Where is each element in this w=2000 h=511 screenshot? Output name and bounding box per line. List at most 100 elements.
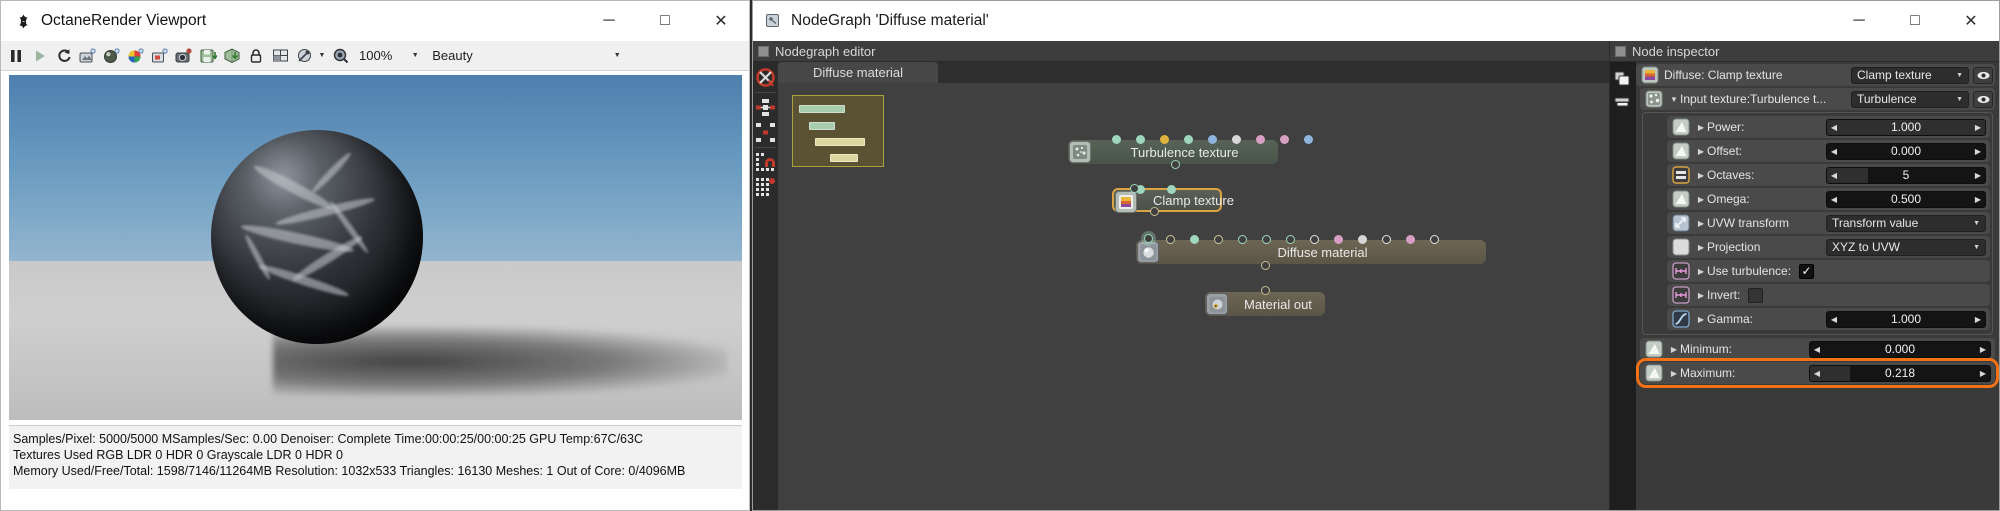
- expander-icon[interactable]: ▶: [1695, 219, 1707, 228]
- expander-icon[interactable]: ▶: [1668, 345, 1680, 354]
- align-nodes-icon[interactable]: [754, 96, 777, 119]
- delete-node-icon[interactable]: [754, 66, 777, 89]
- expander-icon[interactable]: ▶: [1695, 315, 1707, 324]
- node-port[interactable]: [1358, 235, 1367, 244]
- maximum-row[interactable]: ▶ Maximum: ◀ 0.218 ▶: [1636, 358, 1999, 388]
- node-port[interactable]: [1382, 235, 1391, 244]
- projection-row[interactable]: ▶ Projection XYZ to UVW ▼: [1667, 236, 1990, 258]
- node-port[interactable]: [1304, 135, 1313, 144]
- uvw-transform-combo[interactable]: Transform value ▼: [1826, 214, 1986, 232]
- node-port[interactable]: [1280, 135, 1289, 144]
- zoom-dropdown-caret[interactable]: ▼: [410, 52, 420, 59]
- turbulence-texture-node[interactable]: Turbulence texture: [1068, 135, 1313, 169]
- show-grid-icon[interactable]: [754, 176, 777, 199]
- decrement-arrow-icon[interactable]: ◀: [1827, 123, 1841, 132]
- node-port[interactable]: [1190, 235, 1199, 244]
- color-picker-icon[interactable]: [125, 45, 147, 67]
- expander-icon[interactable]: ▶: [1695, 267, 1707, 276]
- offset-row[interactable]: ▶ Offset: ◀ 0.000 ▶: [1667, 140, 1990, 162]
- save-render-icon[interactable]: [221, 45, 243, 67]
- node-port[interactable]: [1262, 235, 1271, 244]
- octaves-row[interactable]: ▶ Octaves: ◀ 5 ▶: [1667, 164, 1990, 186]
- power-row[interactable]: ▶ Power: ◀ 1.000 ▶: [1667, 116, 1990, 138]
- increment-arrow-icon[interactable]: ▶: [1971, 147, 1985, 156]
- pane-collapse-icon[interactable]: [1615, 45, 1626, 57]
- render-mode-dropdown[interactable]: Beauty ▼: [432, 48, 622, 63]
- render-image[interactable]: [9, 75, 742, 420]
- copy-node-icon[interactable]: [1612, 69, 1635, 89]
- omega-row[interactable]: ▶ Omega: ◀ 0.500 ▶: [1667, 188, 1990, 210]
- close-button[interactable]: ✕: [693, 1, 749, 41]
- tab-diffuse-material[interactable]: Diffuse material: [778, 62, 938, 83]
- clamp-output-port[interactable]: [1150, 207, 1159, 216]
- minimum-row[interactable]: ▶ Minimum: ◀ 0.000 ▶: [1640, 338, 1995, 360]
- invert-row[interactable]: ▶ Invert:: [1667, 284, 1990, 306]
- clamp-texture-node[interactable]: Clamp texture: [1112, 184, 1234, 216]
- expander-icon[interactable]: ▶: [1695, 195, 1707, 204]
- power-slider[interactable]: ◀ 1.000 ▶: [1826, 118, 1986, 136]
- node-port[interactable]: [1208, 135, 1217, 144]
- decrement-arrow-icon[interactable]: ◀: [1827, 147, 1841, 156]
- use-turbulence-checkbox[interactable]: ✓: [1799, 263, 1815, 279]
- save-image-icon[interactable]: [197, 45, 219, 67]
- render-layer-icon[interactable]: [149, 45, 171, 67]
- node-port[interactable]: [1232, 135, 1241, 144]
- clamp-input-connected-port[interactable]: [1130, 184, 1139, 193]
- diffuse-material-node[interactable]: Diffuse material: [1136, 234, 1486, 270]
- increment-arrow-icon[interactable]: ▶: [1976, 345, 1990, 354]
- decrement-arrow-icon[interactable]: ◀: [1827, 195, 1841, 204]
- node-port[interactable]: [1136, 135, 1145, 144]
- node-port[interactable]: [1406, 235, 1415, 244]
- visibility-eye-icon[interactable]: [1973, 90, 1993, 108]
- node-port[interactable]: [1160, 135, 1169, 144]
- camera-snapshot-icon[interactable]: [173, 45, 195, 67]
- node-port[interactable]: [1286, 235, 1295, 244]
- diffuse-clamp-texture-combo[interactable]: Clamp texture ▼: [1851, 66, 1969, 84]
- render-region-icon[interactable]: [77, 45, 99, 67]
- node-port[interactable]: [1256, 135, 1265, 144]
- node-port[interactable]: [1430, 235, 1439, 244]
- increment-arrow-icon[interactable]: ▶: [1976, 369, 1990, 378]
- use-turbulence-row[interactable]: ▶ Use turbulence: ✓: [1667, 260, 1990, 282]
- nodegraph-canvas[interactable]: Turbulence texture Clamp texture Diffuse…: [778, 83, 1609, 510]
- pick-focus-icon[interactable]: [293, 45, 315, 67]
- node-port[interactable]: [1112, 135, 1121, 144]
- expander-icon[interactable]: ▶: [1695, 291, 1707, 300]
- expander-icon[interactable]: ▼: [1668, 95, 1680, 104]
- expander-icon[interactable]: ▶: [1695, 171, 1707, 180]
- material-out-node[interactable]: Material out: [1205, 286, 1325, 316]
- pane-collapse-icon[interactable]: [758, 45, 769, 57]
- increment-arrow-icon[interactable]: ▶: [1971, 171, 1985, 180]
- snap-to-grid-icon[interactable]: [754, 151, 777, 174]
- diffuse-input-ports[interactable]: [1166, 235, 1439, 244]
- diffuse-output-port[interactable]: [1261, 261, 1270, 270]
- increment-arrow-icon[interactable]: ▶: [1971, 195, 1985, 204]
- node-port[interactable]: [1214, 235, 1223, 244]
- projection-combo[interactable]: XYZ to UVW ▼: [1826, 238, 1986, 256]
- decrement-arrow-icon[interactable]: ◀: [1827, 315, 1841, 324]
- node-port[interactable]: [1310, 235, 1319, 244]
- play-icon[interactable]: [29, 45, 51, 67]
- offset-slider[interactable]: ◀ 0.000 ▶: [1826, 142, 1986, 160]
- node-port[interactable]: [1238, 235, 1247, 244]
- gamma-row[interactable]: ▶ Gamma: ◀ 1.000 ▶: [1667, 308, 1990, 330]
- minimum-slider[interactable]: ◀ 0.000 ▶: [1809, 340, 1991, 358]
- increment-arrow-icon[interactable]: ▶: [1971, 123, 1985, 132]
- minimize-button[interactable]: ─: [1831, 1, 1887, 41]
- decrement-arrow-icon[interactable]: ◀: [1827, 171, 1841, 180]
- diffuse-clamp-texture-row[interactable]: Diffuse: Clamp texture Clamp texture ▼: [1636, 64, 1995, 86]
- node-port[interactable]: [1167, 185, 1176, 194]
- decrement-arrow-icon[interactable]: ◀: [1810, 369, 1824, 378]
- node-port[interactable]: [1334, 235, 1343, 244]
- expander-icon[interactable]: ▶: [1695, 147, 1707, 156]
- zoom-level-label[interactable]: 100%: [359, 48, 392, 63]
- close-button[interactable]: ✕: [1943, 1, 1999, 41]
- maximum-slider[interactable]: ◀ 0.218 ▶: [1809, 364, 1991, 382]
- expander-icon[interactable]: ▶: [1668, 369, 1680, 378]
- uvw-transform-row[interactable]: ▶ UVW transform Transform value ▼: [1667, 212, 1990, 234]
- turbulence-output-port[interactable]: [1171, 160, 1180, 169]
- decrement-arrow-icon[interactable]: ◀: [1810, 345, 1824, 354]
- distribute-nodes-icon[interactable]: [754, 121, 777, 144]
- grid-overlay-icon[interactable]: [269, 45, 291, 67]
- omega-slider[interactable]: ◀ 0.500 ▶: [1826, 190, 1986, 208]
